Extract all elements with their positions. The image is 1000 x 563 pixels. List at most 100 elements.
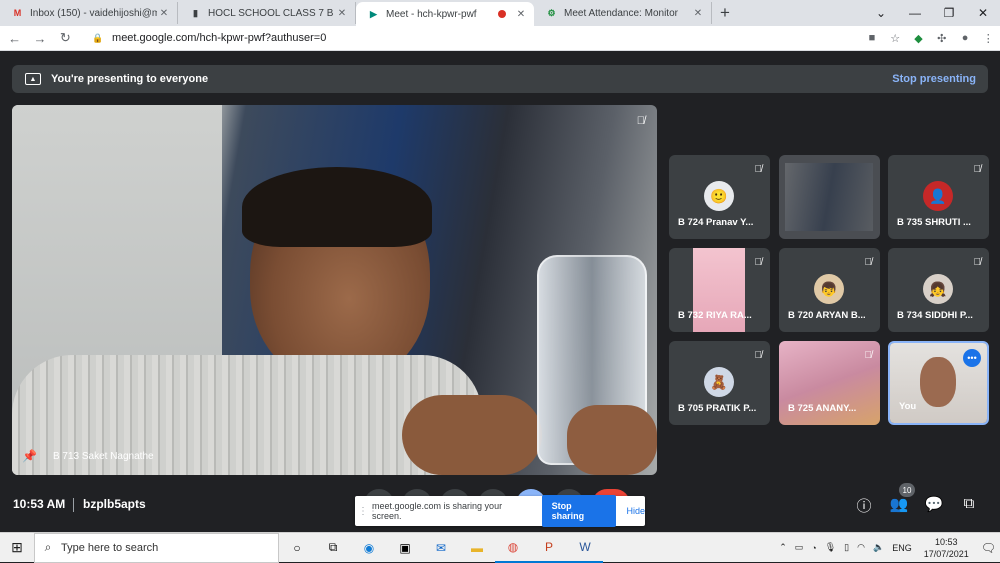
participant-tile[interactable]: 🎙̸ B 725 ANANY... [779, 341, 880, 425]
participant-name: B 724 Pranav Y... [678, 217, 754, 228]
volume-icon[interactable]: 🔈 [873, 542, 884, 553]
avatar: 👤 [923, 181, 953, 211]
close-tab-icon[interactable]: ✕ [157, 8, 171, 19]
tab-title: HOCL SCHOOL CLASS 7 B (2021- [208, 7, 335, 19]
wifi-icon[interactable]: ◠ [857, 542, 865, 553]
participant-name: B 705 PRATIK P... [678, 403, 757, 414]
meeting-details-icon[interactable]: ⓘ [853, 495, 875, 516]
meet-icon: ▶ [370, 8, 377, 19]
restore-icon[interactable]: ❐ [932, 6, 966, 20]
participant-tile[interactable]: 👦 🎙̸ B 720 ARYAN B... [779, 248, 880, 332]
camera-icon[interactable]: ■ [860, 32, 883, 44]
close-window-icon[interactable]: ✕ [966, 6, 1000, 20]
edge-icon[interactable]: ◉ [351, 533, 387, 563]
stop-sharing-button[interactable]: Stop sharing [541, 495, 617, 527]
recording-indicator-icon [498, 10, 506, 18]
tab-search-icon[interactable]: ⌄ [864, 6, 898, 20]
tab-meet[interactable]: ▶ Meet - hch-kpwr-pwf ✕ [356, 2, 534, 26]
hardware-icon[interactable]: ▯ [844, 542, 849, 553]
pin-icon[interactable]: 📌 [22, 449, 37, 463]
task-view-icon[interactable]: ⧉ [315, 533, 351, 563]
search-placeholder: Type here to search [61, 541, 159, 554]
meeting-clock: 10:53 AM [13, 497, 66, 511]
tab-attendance[interactable]: ⚙ Meet Attendance: Monitor ✕ [534, 2, 712, 24]
avatar: 👦 [814, 274, 844, 304]
video-person-hair [242, 167, 432, 247]
search-icon: ⌕ [44, 540, 52, 554]
screen-share-notice: ⋮⋮ meet.google.com is sharing your scree… [355, 495, 645, 527]
classroom-icon: ▮ [193, 7, 198, 18]
participant-tile[interactable]: 🧸 🎙̸ B 705 PRATIK P... [669, 341, 770, 425]
self-tile[interactable]: ••• You [888, 341, 989, 425]
taskbar-date: 17/07/2021 [923, 548, 969, 559]
participant-tile[interactable]: 🙂 🎙̸ B 724 Pranav Y... [669, 155, 770, 239]
video-hand [567, 405, 657, 475]
bookmark-star-icon[interactable]: ☆ [884, 32, 907, 45]
participant-tile[interactable]: 🎙̸ B 732 RIYA RA... [669, 248, 770, 332]
participant-tile[interactable]: 👤 🎙̸ B 735 SHRUTI ... [888, 155, 989, 239]
gmail-icon: M [13, 8, 22, 18]
drag-handle-icon[interactable]: ⋮⋮ [358, 506, 378, 517]
profile-avatar[interactable]: ● [953, 32, 976, 44]
mail-icon[interactable]: ✉ [423, 533, 459, 563]
chrome-icon[interactable]: ◍ [495, 533, 531, 563]
store-icon[interactable]: ▣ [387, 533, 423, 563]
mic-off-icon: 🎙̸ [973, 164, 982, 175]
more-options-icon[interactable]: ••• [963, 349, 981, 367]
video-hand [402, 395, 542, 475]
browser-toolbar: ← → ↻ 🔒 meet.google.com/hch-kpwr-pwf?aut… [0, 26, 1000, 51]
back-icon[interactable]: ← [4, 31, 25, 46]
close-tab-icon[interactable]: ✕ [514, 9, 528, 20]
word-icon[interactable]: W [567, 533, 603, 563]
meeting-controls-bar: 10:53 AM bzplb5apts ⋮⋮ meet.google.com i… [0, 481, 1000, 532]
close-tab-icon[interactable]: ✕ [335, 8, 349, 19]
network-icon[interactable]: ◔ [811, 543, 816, 553]
url-text[interactable]: meet.google.com/hch-kpwr-pwf?authuser=0 [112, 32, 860, 44]
share-notice-text: meet.google.com is sharing your screen. [372, 501, 503, 521]
chat-icon[interactable]: 💬 [923, 495, 945, 513]
participant-name: B 735 SHRUTI ... [897, 217, 971, 228]
close-tab-icon[interactable]: ✕ [691, 8, 705, 19]
hide-button[interactable]: Hide [626, 506, 645, 516]
mic-off-icon: 🎙̸ [754, 257, 763, 268]
windows-start-icon[interactable]: ⊞ [0, 539, 34, 556]
attendance-extension-icon: ⚙ [547, 7, 556, 18]
main-video[interactable]: 🎙̸ 📌 B 713 Saket Nagnathe [12, 105, 657, 475]
self-video-face [920, 357, 956, 407]
puzzle-extensions-icon[interactable]: ✣ [930, 32, 953, 45]
extension-icon[interactable]: ◆ [907, 32, 930, 45]
tab-title: Meet - hch-kpwr-pwf [386, 8, 477, 20]
forward-icon[interactable]: → [29, 31, 50, 46]
language-indicator[interactable]: ENG [892, 543, 912, 553]
taskbar-search[interactable]: ⌕ Type here to search [34, 532, 279, 563]
avatar: 👧 [923, 274, 953, 304]
tab-title: Inbox (150) - vaidehijoshi@mes.a [30, 7, 157, 19]
tab-classroom[interactable]: ▮ HOCL SCHOOL CLASS 7 B (2021- ✕ [178, 2, 356, 24]
reload-icon[interactable]: ↻ [55, 30, 76, 46]
notifications-icon[interactable]: 🗨 [981, 541, 996, 555]
participant-name: B 734 SIDDHI P... [897, 310, 973, 321]
powerpoint-icon[interactable]: P [531, 533, 567, 563]
avatar: 🙂 [704, 181, 734, 211]
tray-overflow-icon[interactable]: ⌃ [779, 542, 787, 553]
battery-icon[interactable]: ▭ [795, 542, 804, 553]
activities-icon[interactable]: ⧉ [958, 495, 980, 512]
participant-tile-presentation[interactable] [779, 155, 880, 239]
participant-name: B 720 ARYAN B... [788, 310, 866, 321]
address-bar[interactable]: 🔒 meet.google.com/hch-kpwr-pwf?authuser=… [82, 28, 861, 48]
tab-title: Meet Attendance: Monitor [564, 7, 678, 19]
stop-presenting-button[interactable]: Stop presenting [892, 73, 976, 85]
new-tab-button[interactable]: + [712, 2, 738, 24]
tab-inbox[interactable]: M Inbox (150) - vaidehijoshi@mes.a ✕ [0, 2, 178, 24]
people-icon[interactable]: 👥 [888, 495, 910, 513]
clock-date[interactable]: 10:53 17/07/2021 [924, 536, 969, 560]
participant-tile[interactable]: 👧 🎙̸ B 734 SIDDHI P... [888, 248, 989, 332]
cortana-icon[interactable]: ○ [279, 533, 315, 563]
mic-icon[interactable]: 🎙 [825, 542, 836, 553]
menu-kebab-icon[interactable]: ⋮ [977, 32, 1000, 45]
meeting-code: bzplb5apts [83, 497, 146, 511]
file-explorer-icon[interactable]: ▬ [459, 533, 495, 563]
meet-stage: ▲ You're presenting to everyone Stop pre… [0, 51, 1000, 532]
lock-icon[interactable]: 🔒 [90, 33, 106, 44]
minimize-icon[interactable]: — [898, 6, 932, 20]
